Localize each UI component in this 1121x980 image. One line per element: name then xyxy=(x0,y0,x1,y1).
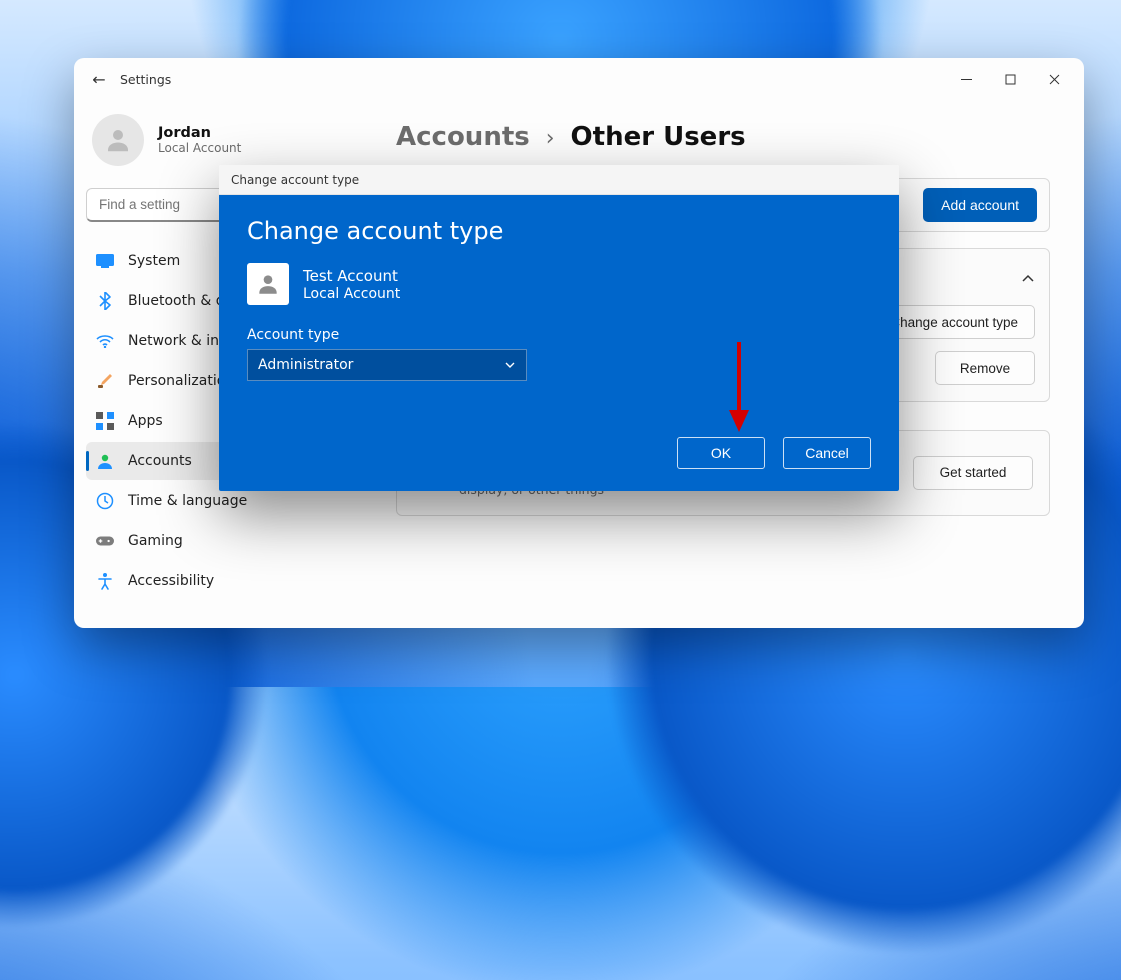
sidebar-item-label: Gaming xyxy=(128,533,183,549)
sidebar-item-label: Accounts xyxy=(128,453,192,469)
breadcrumb-parent[interactable]: Accounts xyxy=(396,122,530,152)
dialog-heading: Change account type xyxy=(247,217,871,245)
close-button[interactable] xyxy=(1032,64,1076,94)
apps-icon xyxy=(96,412,114,430)
cancel-button[interactable]: Cancel xyxy=(783,437,871,469)
accessibility-icon xyxy=(96,572,114,590)
window-titlebar: ← Settings xyxy=(74,58,1084,100)
sidebar-item-gaming[interactable]: Gaming xyxy=(86,522,362,560)
profile-sub: Local Account xyxy=(158,141,241,155)
sidebar-item-label: Apps xyxy=(128,413,163,429)
sidebar-item-accessibility[interactable]: Accessibility xyxy=(86,562,362,600)
chevron-down-icon xyxy=(504,359,516,371)
account-type-label: Account type xyxy=(247,327,871,343)
avatar xyxy=(247,263,289,305)
dialog-user-sub: Local Account xyxy=(303,286,400,302)
dialog-titlebar-text: Change account type xyxy=(231,173,359,187)
gamepad-icon xyxy=(96,532,114,550)
wifi-icon xyxy=(96,332,114,350)
chevron-up-icon[interactable] xyxy=(1021,272,1035,286)
ok-button[interactable]: OK xyxy=(677,437,765,469)
profile-name: Jordan xyxy=(158,125,241,141)
brush-icon xyxy=(96,372,114,390)
sidebar-item-label: System xyxy=(128,253,180,269)
bluetooth-icon xyxy=(96,292,114,310)
chevron-right-icon: › xyxy=(546,126,555,151)
globe-clock-icon xyxy=(96,492,114,510)
dialog-user-block: Test Account Local Account xyxy=(247,263,871,305)
minimize-button[interactable] xyxy=(944,64,988,94)
dialog-user-name: Test Account xyxy=(303,266,400,286)
remove-account-button[interactable]: Remove xyxy=(935,351,1035,385)
account-type-selected: Administrator xyxy=(258,357,353,373)
breadcrumb-current: Other Users xyxy=(571,122,746,152)
dialog-titlebar: Change account type xyxy=(219,165,899,195)
change-account-type-dialog: Change account type Change account type … xyxy=(219,165,899,491)
kiosk-get-started-button[interactable]: Get started xyxy=(913,456,1033,490)
person-icon xyxy=(96,452,114,470)
maximize-button[interactable] xyxy=(988,64,1032,94)
sidebar-item-label: Accessibility xyxy=(128,573,214,589)
avatar xyxy=(92,114,144,166)
add-account-button[interactable]: Add account xyxy=(923,188,1037,222)
app-title: Settings xyxy=(120,72,171,87)
account-type-select[interactable]: Administrator xyxy=(247,349,527,381)
back-button[interactable]: ← xyxy=(88,70,110,89)
display-icon xyxy=(96,252,114,270)
sidebar-item-label: Time & language xyxy=(128,493,247,509)
breadcrumb: Accounts › Other Users xyxy=(396,122,1050,152)
